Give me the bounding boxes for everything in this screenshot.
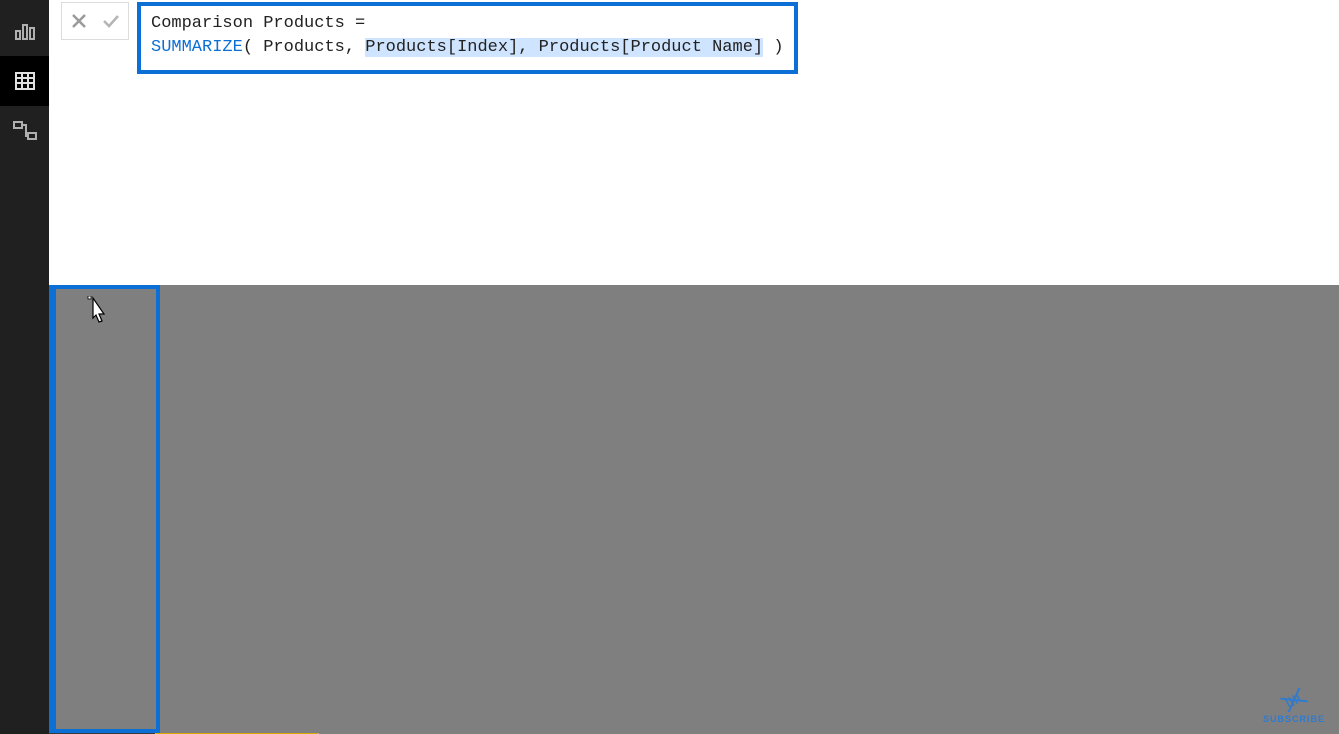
commit-button[interactable]: [100, 10, 122, 32]
data-grid-area: Index Comparison Product 1Product 12Prod…: [49, 285, 1339, 734]
nav-rail: [0, 0, 49, 734]
nav-model-view[interactable]: [0, 106, 49, 156]
nav-report-view[interactable]: [0, 6, 49, 56]
formula-after-kw: ( Products,: [243, 38, 365, 57]
formula-bar-area: Comparison Products = SUMMARIZE( Product…: [49, 0, 1339, 285]
subscribe-badge[interactable]: SUBSCRIBE: [1263, 688, 1325, 724]
formula-tail: ): [763, 38, 783, 57]
highlight-index-column: [49, 285, 160, 733]
formula-keyword: SUMMARIZE: [151, 38, 243, 57]
subscribe-label: SUBSCRIBE: [1263, 714, 1325, 724]
formula-line1: Comparison Products =: [151, 14, 365, 33]
dna-icon: [1277, 688, 1311, 712]
close-icon: [70, 12, 88, 30]
formula-bar-buttons: [61, 2, 129, 40]
check-icon: [101, 12, 121, 30]
highlight-separator: [49, 285, 56, 733]
formula-editor[interactable]: Comparison Products = SUMMARIZE( Product…: [137, 2, 798, 74]
formula-selection: Products[Index], Products[Product Name]: [365, 38, 763, 57]
main-content: Comparison Products = SUMMARIZE( Product…: [49, 0, 1339, 734]
pointer-cursor-icon: [85, 296, 111, 331]
cancel-button[interactable]: [68, 10, 90, 32]
nav-data-view[interactable]: [0, 56, 49, 106]
